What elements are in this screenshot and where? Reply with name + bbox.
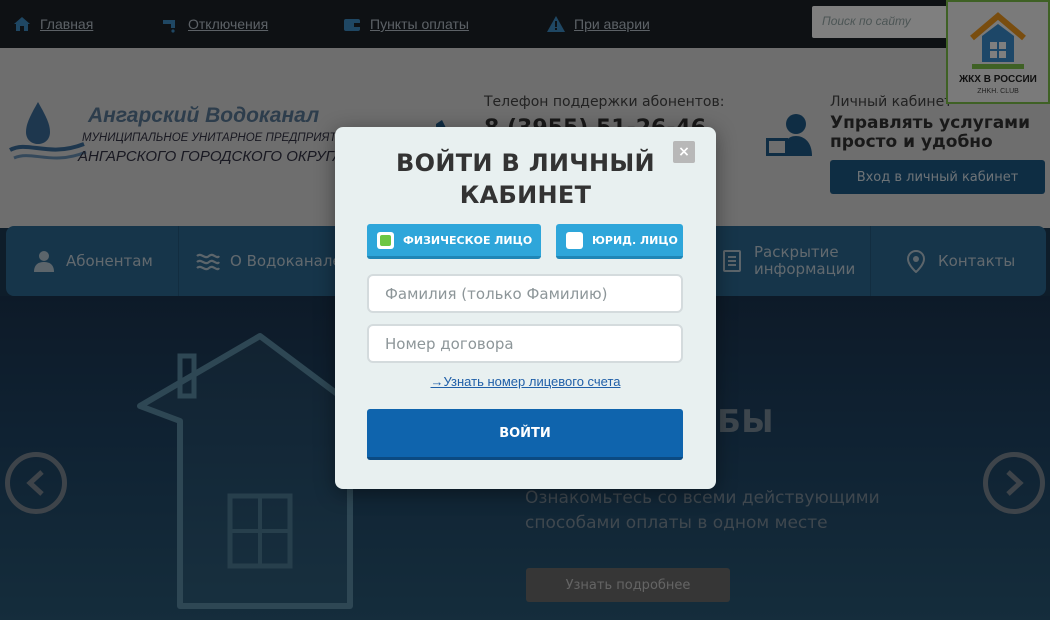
individual-option-button[interactable]: ФИЗИЧЕСКОЕ ЛИЦО [367,224,541,259]
surname-input[interactable]: Фамилия (только Фамилию) [367,274,683,313]
close-button[interactable]: × [673,141,695,163]
legal-entity-option-label: ЮРИД. ЛИЦО [592,233,678,247]
individual-option-label: ФИЗИЧЕСКОЕ ЛИЦО [403,233,533,247]
login-modal: ВОЙТИ В ЛИЧНЫЙ КАБИНЕТ × ФИЗИЧЕСКОЕ ЛИЦО… [335,127,716,489]
modal-title: ВОЙТИ В ЛИЧНЫЙ КАБИНЕТ [335,147,716,211]
login-submit-button[interactable]: ВОЙТИ [367,409,683,460]
individual-radio[interactable] [377,231,394,249]
legal-entity-option-button[interactable]: ЮРИД. ЛИЦО [556,224,683,259]
contract-number-input[interactable]: Номер договора [367,324,683,363]
modal-title-text: ВОЙТИ В ЛИЧНЫЙ КАБИНЕТ [396,149,655,209]
legal-entity-radio[interactable] [566,231,583,249]
selected-indicator [380,234,391,246]
find-account-number-link[interactable]: →Узнать номер лицевого счета [335,374,716,389]
